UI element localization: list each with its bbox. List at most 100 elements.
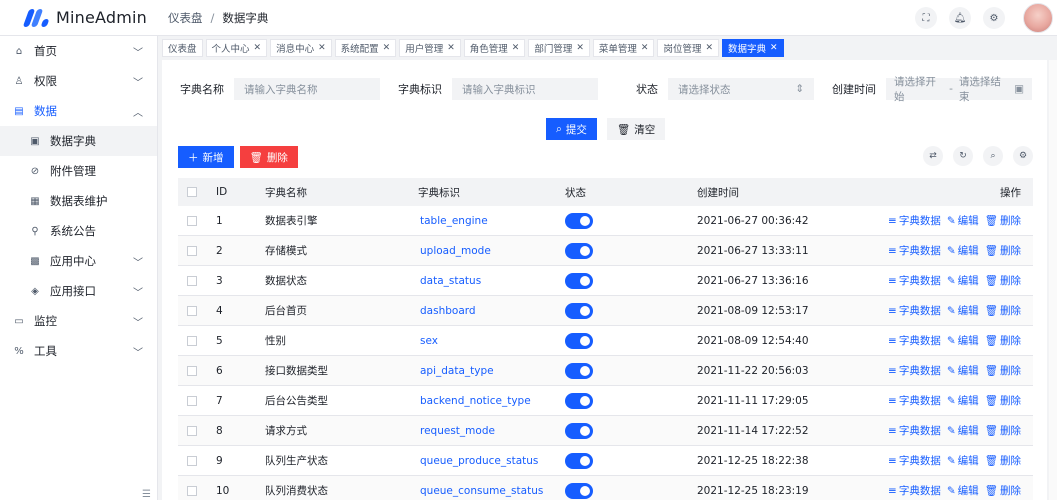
tab[interactable]: 仪表盘 xyxy=(162,39,203,57)
tab[interactable]: 角色管理 ✕ xyxy=(463,39,526,57)
sidebar-item[interactable]: ▭ 监控 ﹀ xyxy=(0,306,157,336)
row-checkbox[interactable] xyxy=(187,305,197,316)
close-icon[interactable]: ✕ xyxy=(770,43,778,53)
sidebar-item[interactable]: ⚲ 系统公告 xyxy=(0,216,157,246)
tab[interactable]: 用户管理 ✕ xyxy=(399,39,461,57)
submit-button[interactable]: ⌕ 提交 xyxy=(546,118,597,140)
sidebar-item[interactable]: % 工具 ﹀ xyxy=(0,336,157,366)
row-checkbox[interactable] xyxy=(187,455,197,466)
delete-link[interactable]: 🗑︎ 删除 xyxy=(985,393,1021,408)
edit-link[interactable]: ✎ 编辑 xyxy=(947,303,979,318)
close-icon[interactable]: ✕ xyxy=(512,43,520,53)
tab[interactable]: 系统配置 ✕ xyxy=(334,39,397,57)
edit-link[interactable]: ✎ 编辑 xyxy=(947,273,979,288)
batch-delete-button[interactable]: 🗑︎ 删除 xyxy=(239,146,298,168)
status-select[interactable]: 请选择状态 ⇕ xyxy=(668,78,814,100)
tab[interactable]: 菜单管理 ✕ xyxy=(592,39,655,57)
status-toggle[interactable] xyxy=(565,362,593,379)
edit-link[interactable]: ✎ 编辑 xyxy=(947,423,979,438)
dict-code-input[interactable]: 请输入字典标识 xyxy=(452,78,598,100)
status-toggle[interactable] xyxy=(565,272,593,289)
tab[interactable]: 部门管理 ✕ xyxy=(528,39,590,57)
row-checkbox[interactable] xyxy=(187,245,197,256)
dict-data-link[interactable]: ≡ 字典数据 xyxy=(888,213,941,228)
app-logo[interactable]: MineAdmin xyxy=(0,8,160,27)
sidebar-item[interactable]: ▤ 数据 ︿ xyxy=(0,96,157,126)
close-icon[interactable]: ✕ xyxy=(641,43,649,53)
settings-icon[interactable]: ⚙ xyxy=(983,7,1005,29)
add-button[interactable]: ＋ 新增 xyxy=(178,146,234,168)
tab[interactable]: 个人中心 ✕ xyxy=(205,39,268,57)
search-icon[interactable]: ⌕ xyxy=(983,146,1003,166)
status-toggle[interactable] xyxy=(565,212,593,229)
close-icon[interactable]: ✕ xyxy=(576,43,584,53)
status-toggle[interactable] xyxy=(565,332,593,349)
swap-icon[interactable]: ⇄ xyxy=(923,146,943,166)
status-toggle[interactable] xyxy=(565,482,593,499)
date-range-picker[interactable]: 请选择开始 - 请选择结束 ▣ xyxy=(886,76,1032,103)
edit-link[interactable]: ✎ 编辑 xyxy=(947,453,979,468)
edit-link[interactable]: ✎ 编辑 xyxy=(947,213,979,228)
breadcrumb-item-dashboard[interactable]: 仪表盘 xyxy=(168,10,203,26)
tab[interactable]: 数据字典 ✕ xyxy=(722,39,784,57)
delete-link[interactable]: 🗑︎ 删除 xyxy=(985,453,1021,468)
dict-data-link[interactable]: ≡ 字典数据 xyxy=(888,423,941,438)
dict-data-link[interactable]: ≡ 字典数据 xyxy=(888,303,941,318)
row-checkbox[interactable] xyxy=(187,485,197,496)
edit-link[interactable]: ✎ 编辑 xyxy=(947,243,979,258)
bell-icon[interactable]: 🔔︎ xyxy=(949,7,971,29)
delete-link[interactable]: 🗑︎ 删除 xyxy=(985,423,1021,438)
edit-link[interactable]: ✎ 编辑 xyxy=(947,363,979,378)
delete-link[interactable]: 🗑︎ 删除 xyxy=(985,273,1021,288)
sidebar-item[interactable]: ◈ 应用接口 ﹀ xyxy=(0,276,157,306)
avatar[interactable] xyxy=(1023,3,1053,33)
edit-link[interactable]: ✎ 编辑 xyxy=(947,483,979,498)
row-checkbox[interactable] xyxy=(187,395,197,406)
status-toggle[interactable] xyxy=(565,422,593,439)
close-icon[interactable]: ✕ xyxy=(254,43,262,53)
edit-link[interactable]: ✎ 编辑 xyxy=(947,333,979,348)
close-icon[interactable]: ✕ xyxy=(705,43,713,53)
delete-link[interactable]: 🗑︎ 删除 xyxy=(985,213,1021,228)
row-checkbox[interactable] xyxy=(187,335,197,346)
sidebar-item[interactable]: ⊘ 附件管理 xyxy=(0,156,157,186)
status-toggle[interactable] xyxy=(565,392,593,409)
clear-button[interactable]: 🗑︎ 清空 xyxy=(606,118,666,140)
tab[interactable]: 岗位管理 ✕ xyxy=(657,39,720,57)
delete-link[interactable]: 🗑︎ 删除 xyxy=(985,333,1021,348)
column-settings-icon[interactable]: ⚙ xyxy=(1013,146,1033,166)
dict-data-link[interactable]: ≡ 字典数据 xyxy=(888,453,941,468)
refresh-icon[interactable]: ↻ xyxy=(953,146,973,166)
row-checkbox[interactable] xyxy=(187,425,197,436)
row-checkbox[interactable] xyxy=(187,365,197,376)
close-icon[interactable]: ✕ xyxy=(318,43,326,53)
status-toggle[interactable] xyxy=(565,452,593,469)
delete-link[interactable]: 🗑︎ 删除 xyxy=(985,483,1021,498)
sidebar-item[interactable]: ▦ 数据表维护 xyxy=(0,186,157,216)
status-toggle[interactable] xyxy=(565,302,593,319)
scrollbar[interactable] xyxy=(1049,60,1057,500)
delete-link[interactable]: 🗑︎ 删除 xyxy=(985,243,1021,258)
row-checkbox[interactable] xyxy=(187,275,197,286)
collapse-sidebar-icon[interactable]: ☰ xyxy=(142,489,151,500)
tab[interactable]: 消息中心 ✕ xyxy=(270,39,332,57)
dict-name-input[interactable]: 请输入字典名称 xyxy=(234,78,380,100)
close-icon[interactable]: ✕ xyxy=(447,43,455,53)
delete-link[interactable]: 🗑︎ 删除 xyxy=(985,363,1021,378)
sidebar-item[interactable]: ▣ 数据字典 xyxy=(0,126,157,156)
dict-data-link[interactable]: ≡ 字典数据 xyxy=(888,243,941,258)
fullscreen-icon[interactable]: ⛶ xyxy=(915,7,937,29)
row-checkbox[interactable] xyxy=(187,215,197,226)
sidebar-item[interactable]: ▩ 应用中心 ﹀ xyxy=(0,246,157,276)
status-toggle[interactable] xyxy=(565,242,593,259)
dict-data-link[interactable]: ≡ 字典数据 xyxy=(888,393,941,408)
dict-data-link[interactable]: ≡ 字典数据 xyxy=(888,483,941,498)
sidebar-item[interactable]: ⌂ 首页 ﹀ xyxy=(0,36,157,66)
select-all-checkbox[interactable] xyxy=(187,187,197,197)
delete-link[interactable]: 🗑︎ 删除 xyxy=(985,303,1021,318)
sidebar-item[interactable]: ♙ 权限 ﹀ xyxy=(0,66,157,96)
dict-data-link[interactable]: ≡ 字典数据 xyxy=(888,273,941,288)
edit-link[interactable]: ✎ 编辑 xyxy=(947,393,979,408)
close-icon[interactable]: ✕ xyxy=(383,43,391,53)
dict-data-link[interactable]: ≡ 字典数据 xyxy=(888,333,941,348)
